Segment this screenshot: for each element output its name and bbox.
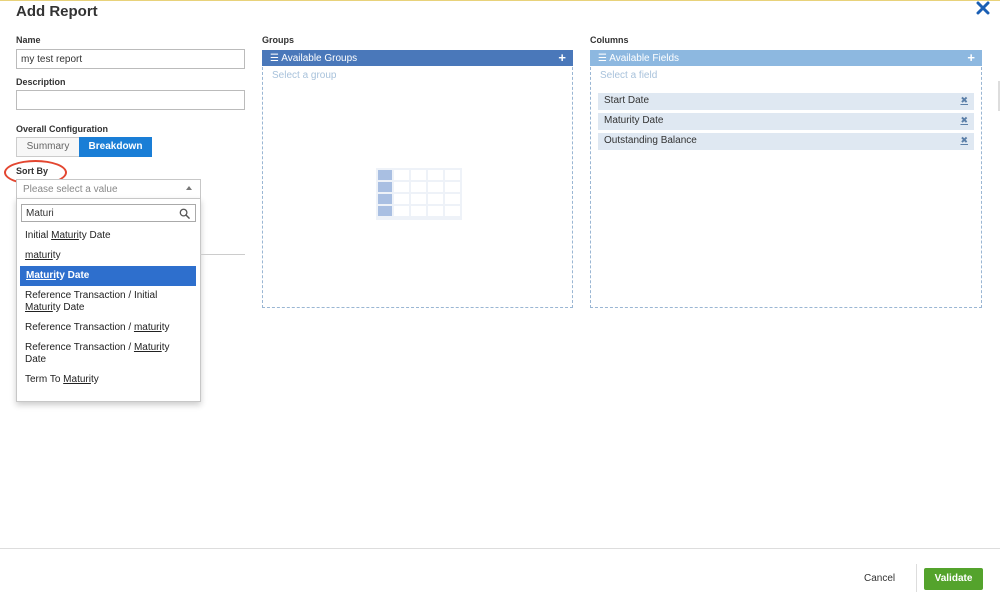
overall-configuration-label: Overall Configuration — [16, 124, 109, 134]
name-input[interactable]: my test report — [16, 49, 245, 69]
dropdown-search-input[interactable]: Maturi — [21, 204, 196, 222]
field-label: Start Date — [604, 95, 650, 106]
breakdown-toggle-button[interactable]: Breakdown — [79, 137, 152, 157]
option-text: Term To — [25, 374, 64, 385]
description-label: Description — [16, 77, 66, 87]
configuration-toggle: Summary Breakdown — [16, 137, 152, 157]
name-label: Name — [16, 35, 41, 45]
search-icon — [179, 208, 190, 219]
dropdown-options: Initial Maturity Date maturity Maturity Da… — [17, 226, 200, 390]
option-match-text: maturi — [25, 250, 53, 261]
option-match-text: Maturi — [51, 230, 79, 241]
remove-icon[interactable]: ✖ — [960, 115, 968, 126]
dialog-title: Add Report — [16, 3, 98, 20]
option-match-text: Maturi — [63, 374, 91, 385]
columns-drop-area[interactable]: Select a field Start Date ✖ Maturity Dat… — [590, 67, 982, 308]
available-groups-header: ☰ Available Groups + — [262, 50, 573, 66]
search-text: Maturi — [26, 208, 54, 219]
cancel-button[interactable]: Cancel — [864, 573, 895, 584]
dropdown-option[interactable]: Term To Maturity — [17, 370, 200, 390]
add-field-icon[interactable]: + — [967, 51, 975, 64]
description-input[interactable] — [16, 90, 245, 110]
option-text: ty — [161, 322, 170, 333]
option-text: ty Date — [56, 270, 90, 281]
option-text: ty Date — [78, 230, 111, 241]
close-icon[interactable] — [976, 1, 990, 15]
field-row[interactable]: Maturity Date ✖ — [598, 113, 974, 130]
footer-separator — [916, 564, 917, 592]
dropdown-option[interactable]: maturity — [17, 246, 200, 266]
list-icon: ☰ — [270, 53, 282, 64]
field-label: Maturity Date — [604, 115, 664, 126]
field-row[interactable]: Start Date ✖ — [598, 93, 974, 110]
select-group-placeholder: Select a group — [272, 70, 337, 81]
option-match-text: Maturi — [133, 342, 162, 353]
available-groups-title: Available Groups — [281, 53, 358, 64]
field-label: Outstanding Balance — [604, 135, 697, 146]
remove-icon[interactable]: ✖ — [960, 135, 968, 146]
validate-button[interactable]: Validate — [924, 568, 983, 590]
dropdown-option[interactable]: Initial Maturity Date — [17, 226, 200, 246]
field-row[interactable]: Outstanding Balance ✖ — [598, 133, 974, 150]
sort-by-select[interactable]: Please select a value — [16, 179, 201, 199]
groups-drop-area[interactable]: Select a group — [262, 67, 573, 308]
dropdown-option[interactable]: Reference Transaction / Initial Maturity… — [17, 286, 187, 318]
list-icon: ☰ — [598, 53, 610, 64]
divider — [200, 254, 245, 255]
sort-by-placeholder: Please select a value — [23, 184, 118, 195]
dropdown-option[interactable]: Reference Transaction / maturity — [17, 318, 200, 338]
grid-placeholder-icon — [376, 168, 462, 220]
option-text: ty — [52, 250, 61, 261]
footer-divider — [0, 548, 1000, 549]
add-report-dialog: Add Report Name my test report Descripti… — [0, 0, 1000, 598]
option-text: ty — [90, 374, 99, 385]
option-match-text: maturi — [133, 322, 162, 333]
option-text: Reference Transaction / — [25, 322, 134, 333]
option-text: Reference Transaction / Initial — [25, 290, 158, 301]
option-text: Reference Transaction / — [25, 342, 134, 353]
option-text: Initial — [25, 230, 52, 241]
summary-toggle-button[interactable]: Summary — [16, 137, 79, 157]
columns-label: Columns — [590, 35, 629, 45]
select-field-placeholder: Select a field — [600, 70, 658, 81]
add-group-icon[interactable]: + — [558, 51, 566, 64]
available-fields-header: ☰ Available Fields + — [590, 50, 982, 66]
caret-up-icon — [186, 186, 192, 190]
dropdown-option[interactable]: Maturity Date — [20, 266, 196, 286]
available-fields-title: Available Fields — [609, 53, 680, 64]
option-text: ty Date — [52, 302, 85, 313]
dropdown-option[interactable]: Reference Transaction / Maturity Date — [17, 338, 187, 370]
remove-icon[interactable]: ✖ — [960, 95, 968, 106]
option-match-text: Maturi — [26, 270, 56, 281]
groups-label: Groups — [262, 35, 295, 45]
sort-by-dropdown: Maturi Initial Maturity Date maturity Matu… — [16, 198, 201, 402]
option-match-text: Maturi — [25, 302, 53, 313]
